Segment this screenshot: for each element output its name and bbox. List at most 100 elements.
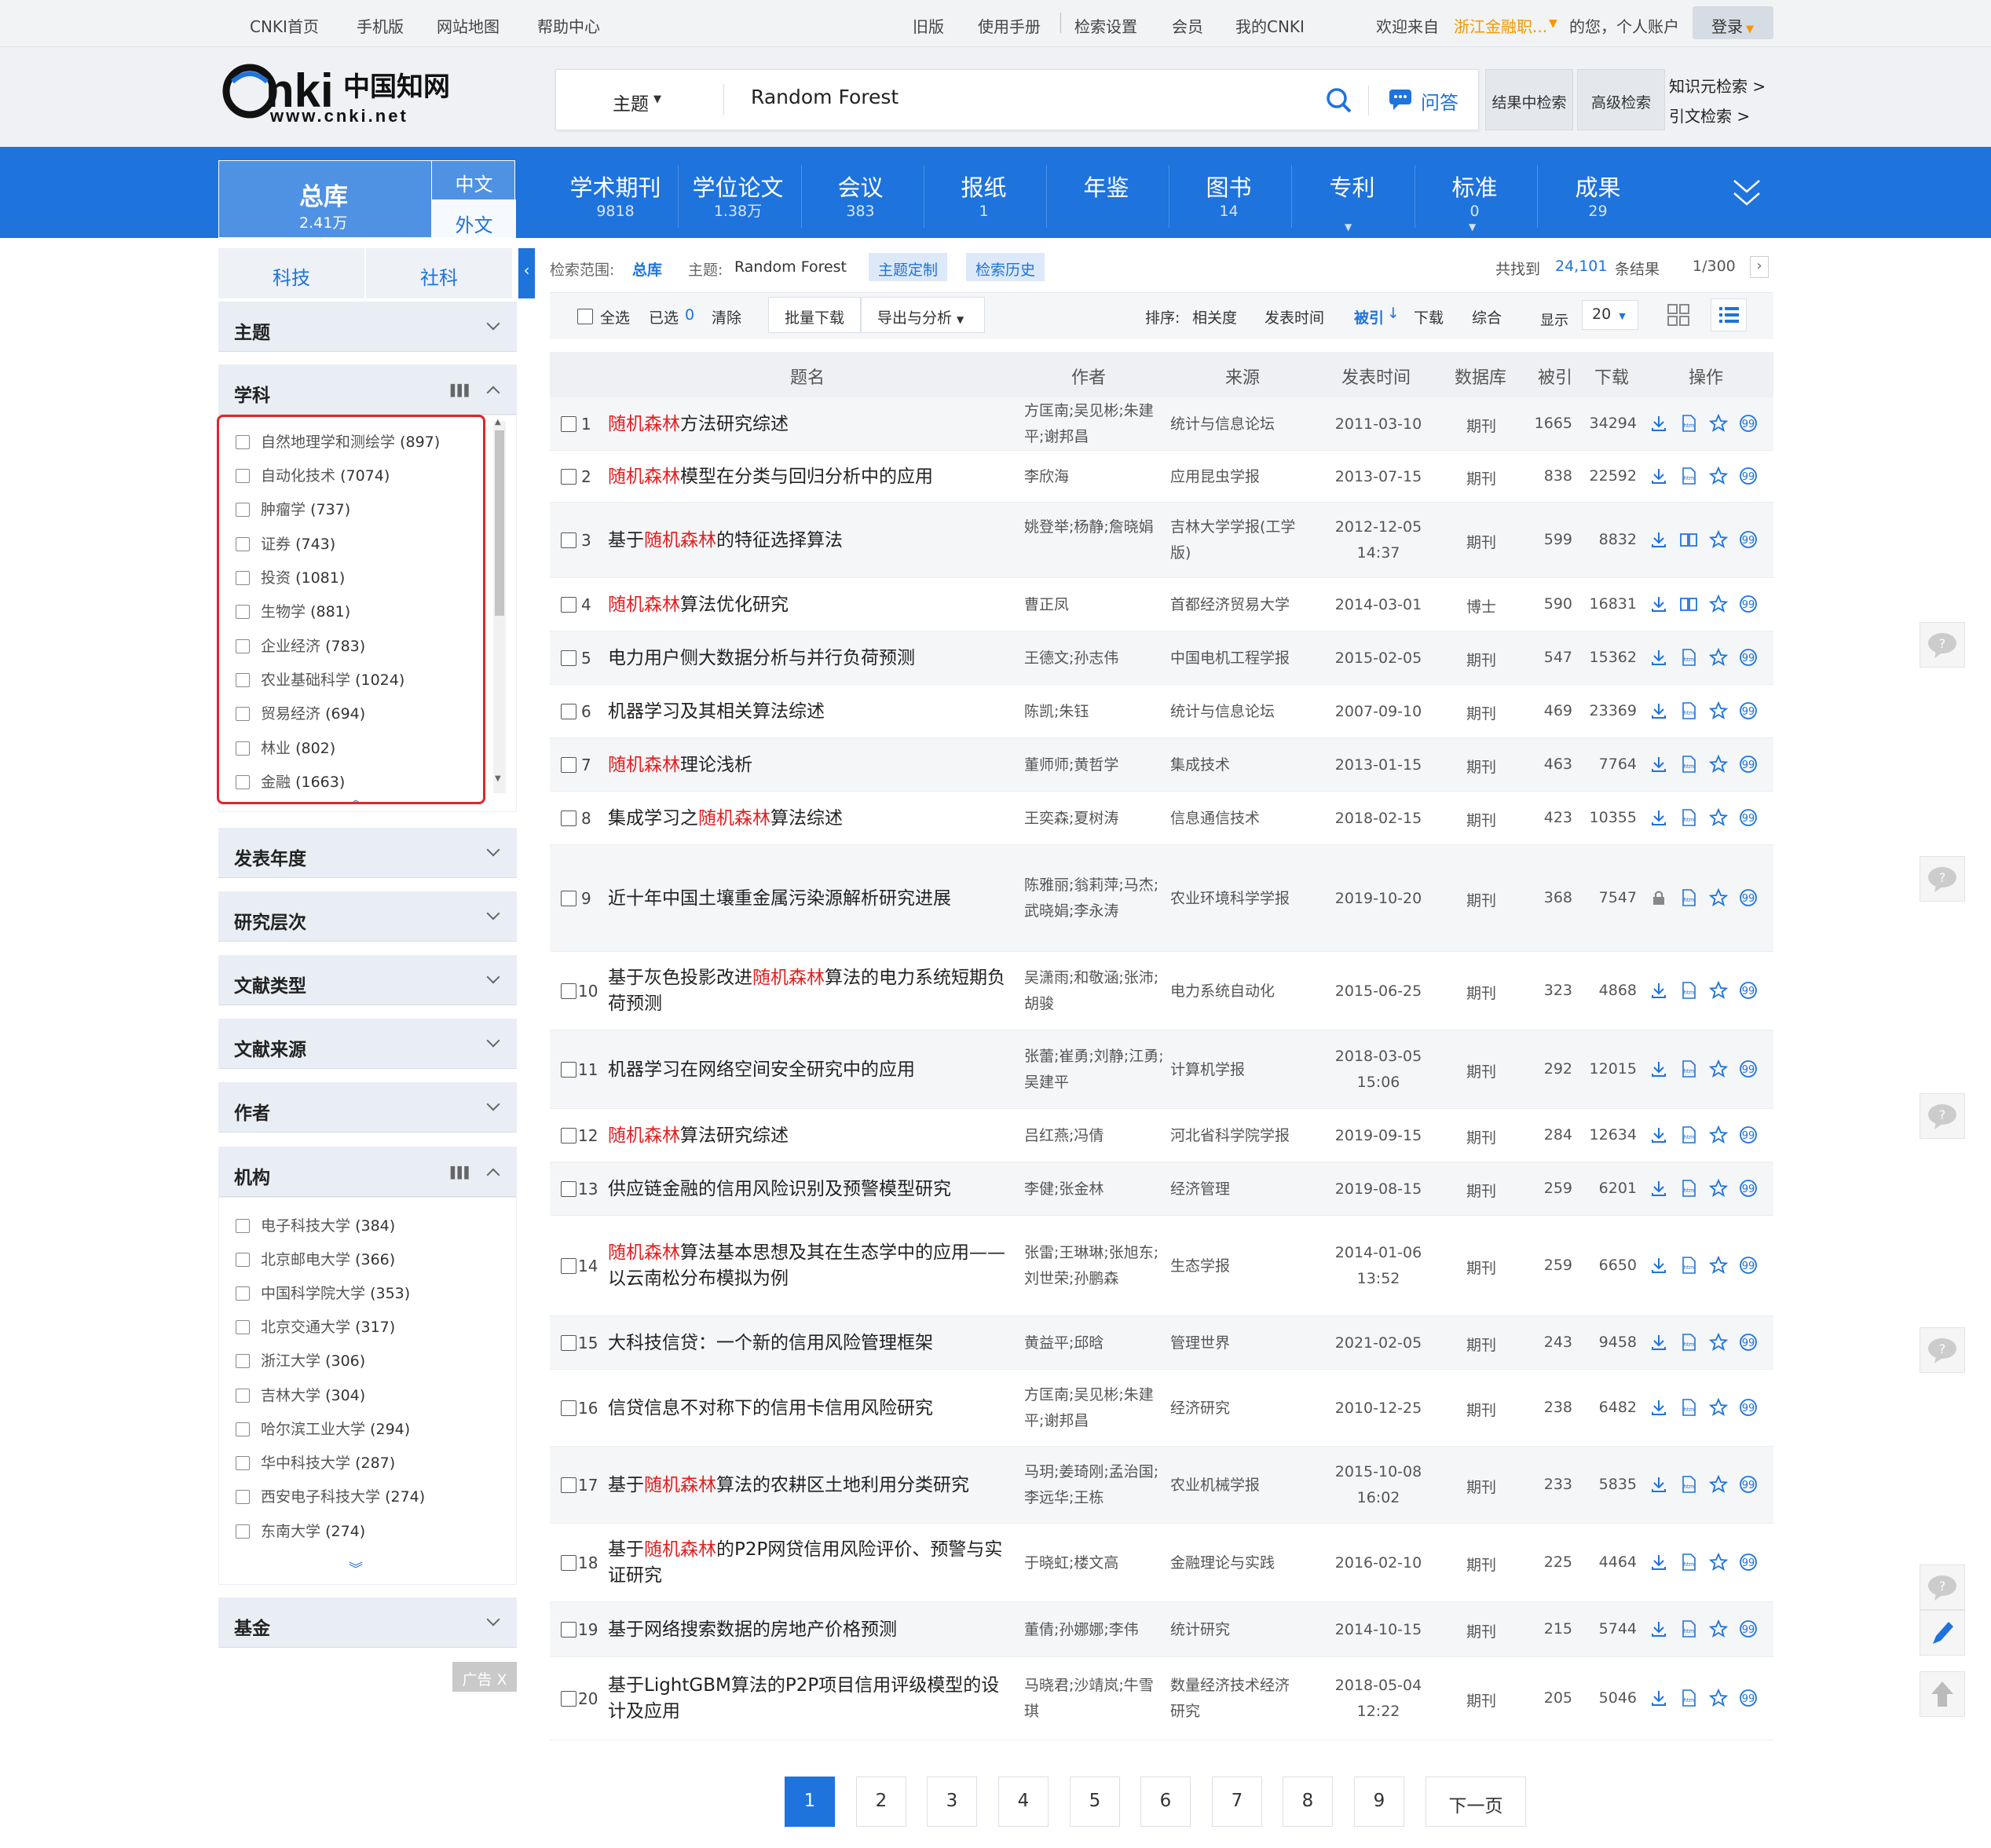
download-icon[interactable] (1649, 1059, 1668, 1078)
row-checkbox[interactable] (561, 1128, 576, 1144)
knowledge-search-link[interactable]: 知识元检索 > (1669, 74, 1766, 97)
download-icon[interactable] (1649, 1125, 1668, 1144)
search-history-button[interactable]: 检索历史 (966, 253, 1045, 281)
checkbox[interactable] (236, 1456, 250, 1470)
row-checkbox[interactable] (561, 891, 576, 906)
page-4-button[interactable]: 4 (998, 1777, 1049, 1827)
favorite-star-icon[interactable] (1708, 1397, 1729, 1417)
panel-doctype[interactable]: 文献类型 (218, 955, 517, 1005)
download-icon[interactable] (1649, 1179, 1668, 1198)
page-3-button[interactable]: 3 (927, 1777, 977, 1827)
cite-icon[interactable]: 99 (1739, 1619, 1758, 1638)
favorite-star-icon[interactable] (1708, 980, 1729, 1000)
source-link[interactable]: 农业环境科学学报 (1170, 886, 1304, 912)
author-list[interactable]: 李欣海 (1024, 464, 1164, 490)
download-icon[interactable] (1649, 1398, 1668, 1417)
source-link[interactable]: 中国电机工程学报 (1170, 646, 1304, 672)
citation-count[interactable]: 215 (1524, 1620, 1572, 1638)
download-icon[interactable] (1649, 1689, 1668, 1707)
download-icon[interactable] (1649, 1619, 1668, 1638)
checkbox[interactable] (236, 1389, 250, 1403)
org-item[interactable]: 哈尔滨工业大学 (294) (236, 1418, 410, 1439)
result-title-link[interactable]: 随机森林算法优化研究 (608, 592, 1008, 618)
nav-thesis[interactable]: 学位论文 1.38万 (677, 174, 799, 221)
result-title-link[interactable]: 基于随机森林算法的农耕区土地利用分类研究 (608, 1473, 1008, 1499)
source-link[interactable]: 吉林大学学报(工学版) (1170, 514, 1304, 566)
cite-icon[interactable]: 99 (1739, 1333, 1758, 1352)
row-checkbox[interactable] (561, 1691, 576, 1707)
qa-button[interactable]: 问答 (1421, 87, 1458, 115)
tab-science[interactable]: 科技 (218, 248, 364, 298)
org-item[interactable]: 吉林大学 (304) (236, 1384, 365, 1405)
favorite-star-icon[interactable] (1708, 647, 1729, 667)
nav-standard[interactable]: 标准 0 (1414, 174, 1535, 221)
author-list[interactable]: 吴潇雨;和敬涵;张沛;胡骏 (1024, 965, 1164, 1017)
nav-patent[interactable]: 专利 (1291, 174, 1413, 201)
download-icon[interactable] (1649, 701, 1668, 720)
html-read-icon[interactable]: htm (1679, 1553, 1698, 1572)
panel-theme[interactable]: 主题 (218, 302, 517, 352)
result-title-link[interactable]: 供应链金融的信用风险识别及预警模型研究 (608, 1176, 1008, 1202)
link-old-version[interactable]: 旧版 (913, 14, 944, 37)
author-list[interactable]: 黄益平;邱晗 (1024, 1330, 1164, 1356)
html-read-icon[interactable]: htm (1679, 1398, 1698, 1417)
author-list[interactable]: 董倩;孙娜娜;李伟 (1024, 1617, 1164, 1643)
result-title-link[interactable]: 基于随机森林的P2P网贷信用风险评价、预警与实证研究 (608, 1537, 1008, 1589)
select-all-checkbox[interactable] (577, 309, 593, 324)
html-read-icon[interactable]: htm (1679, 1256, 1698, 1275)
download-icon[interactable] (1649, 1256, 1668, 1275)
favorite-star-icon[interactable] (1708, 807, 1729, 827)
download-icon[interactable] (1649, 530, 1668, 549)
scope-value[interactable]: 总库 (632, 258, 662, 280)
nav-achievement[interactable]: 成果 29 (1537, 174, 1659, 221)
author-list[interactable]: 方匡南;吴见彬;朱建平;谢邦昌 (1024, 1382, 1164, 1434)
html-read-icon[interactable]: htm (1679, 1125, 1698, 1144)
nav-book[interactable]: 图书 14 (1168, 174, 1290, 221)
search-field-select[interactable]: 主题 (613, 89, 649, 115)
cite-icon[interactable]: 99 (1739, 414, 1758, 433)
next-page-arrow[interactable]: › (1750, 256, 1769, 278)
checkbox[interactable] (236, 1219, 250, 1233)
result-title-link[interactable]: 机器学习及其相关算法综述 (608, 699, 1008, 725)
result-title-link[interactable]: 机器学习在网络空间安全研究中的应用 (608, 1057, 1008, 1083)
html-read-icon[interactable]: htm (1679, 1619, 1698, 1638)
result-title-link[interactable]: 基于网络搜索数据的房地产价格预测 (608, 1617, 1008, 1643)
citation-count[interactable]: 292 (1524, 1060, 1572, 1078)
citation-count[interactable]: 225 (1524, 1553, 1572, 1571)
row-checkbox[interactable] (561, 1335, 576, 1351)
source-link[interactable]: 信息通信技术 (1170, 806, 1304, 832)
link-mobile[interactable]: 手机版 (357, 14, 404, 37)
html-read-icon[interactable]: htm (1679, 888, 1698, 907)
pencil-icon[interactable] (1920, 1610, 1965, 1656)
cite-icon[interactable]: 99 (1739, 467, 1758, 485)
favorite-star-icon[interactable] (1708, 529, 1729, 549)
scrollbar-thumb[interactable] (495, 430, 504, 616)
collapse-sidebar-button[interactable]: ‹ (518, 248, 535, 298)
html-read-icon[interactable]: htm (1679, 1333, 1698, 1352)
html-read-icon[interactable]: htm (1679, 701, 1698, 720)
favorite-star-icon[interactable] (1708, 1178, 1729, 1198)
result-title-link[interactable]: 电力用户侧大数据分析与并行负荷预测 (608, 646, 1008, 672)
org-item[interactable]: 华中科技大学 (287) (236, 1451, 395, 1473)
clear-button[interactable]: 清除 (712, 306, 741, 328)
result-title-link[interactable]: 集成学习之随机森林算法综述 (608, 806, 1008, 832)
result-title-link[interactable]: 随机森林模型在分类与回归分析中的应用 (608, 464, 1008, 490)
row-checkbox[interactable] (561, 1622, 576, 1638)
row-checkbox[interactable] (561, 757, 576, 773)
link-search-settings[interactable]: 检索设置 (1074, 14, 1137, 37)
row-checkbox[interactable] (561, 1555, 576, 1571)
author-list[interactable]: 马晓君;沙靖岚;牛雪琪 (1024, 1673, 1164, 1725)
sort-citation[interactable]: 被引 (1354, 306, 1384, 328)
cite-icon[interactable]: 99 (1739, 1125, 1758, 1144)
link-help[interactable]: 帮助中心 (537, 14, 600, 37)
citation-count[interactable]: 1665 (1524, 415, 1572, 432)
page-9-button[interactable]: 9 (1354, 1777, 1404, 1827)
result-title-link[interactable]: 信贷信息不对称下的信用卡信用风险研究 (608, 1396, 1008, 1422)
citation-count[interactable]: 423 (1524, 809, 1572, 826)
checkbox[interactable] (236, 1354, 250, 1368)
cite-icon[interactable]: 99 (1739, 1398, 1758, 1417)
cite-icon[interactable]: 99 (1739, 595, 1758, 613)
sort-date[interactable]: 发表时间 (1265, 306, 1324, 328)
html-read-icon[interactable]: htm (1679, 1179, 1698, 1198)
favorite-star-icon[interactable] (1708, 413, 1729, 433)
